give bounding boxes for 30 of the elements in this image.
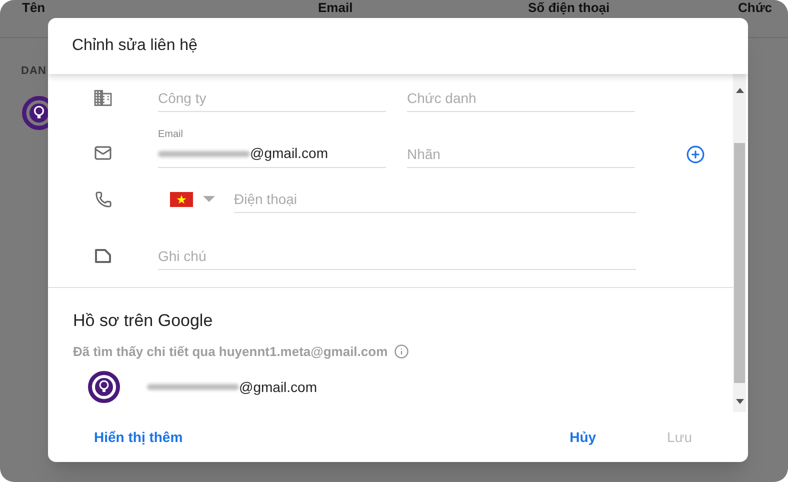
section-title: Hồ sơ trên Google: [73, 310, 214, 332]
profile-email: @gmail.com: [239, 378, 318, 397]
label-icon: [94, 248, 112, 264]
scrollbar[interactable]: [733, 74, 746, 412]
mail-icon: [94, 144, 112, 162]
column-header: Số điện thoại: [528, 1, 611, 15]
column-header: Email: [318, 1, 354, 15]
text-field[interactable]: Nhãn: [407, 140, 635, 168]
text-field[interactable]: Ghi chú: [158, 242, 636, 270]
profile-subtitle: Đã tìm thấy chi tiết qua huyennt1.meta@gmail.com: [73, 342, 388, 361]
scroll-down-icon: [736, 399, 744, 404]
scroll-up-icon: [736, 88, 744, 93]
phone-icon: [94, 190, 112, 208]
email-field[interactable]: @gmail.com: [250, 143, 386, 164]
add-button[interactable]: [686, 145, 705, 164]
caret-icon: [203, 196, 215, 202]
building-icon: [94, 90, 112, 106]
info-icon: [394, 344, 409, 359]
field-label: Email: [158, 130, 184, 140]
text-field[interactable]: Công ty: [158, 84, 386, 112]
flag-icon: [170, 192, 193, 206]
text-field[interactable]: Điện thoại: [234, 185, 636, 213]
column-header: Tên: [22, 1, 46, 15]
cancel-button[interactable]: Hủy: [570, 426, 596, 448]
show-more-link[interactable]: Hiển thị thêm: [94, 426, 183, 448]
dialog-title: Chỉnh sửa liên hệ: [72, 36, 198, 56]
text-field[interactable]: Chức danh: [407, 84, 635, 112]
section-label: DAN: [21, 65, 46, 77]
column-header: Chức: [738, 1, 773, 15]
bulb-logo-icon: [88, 371, 120, 403]
